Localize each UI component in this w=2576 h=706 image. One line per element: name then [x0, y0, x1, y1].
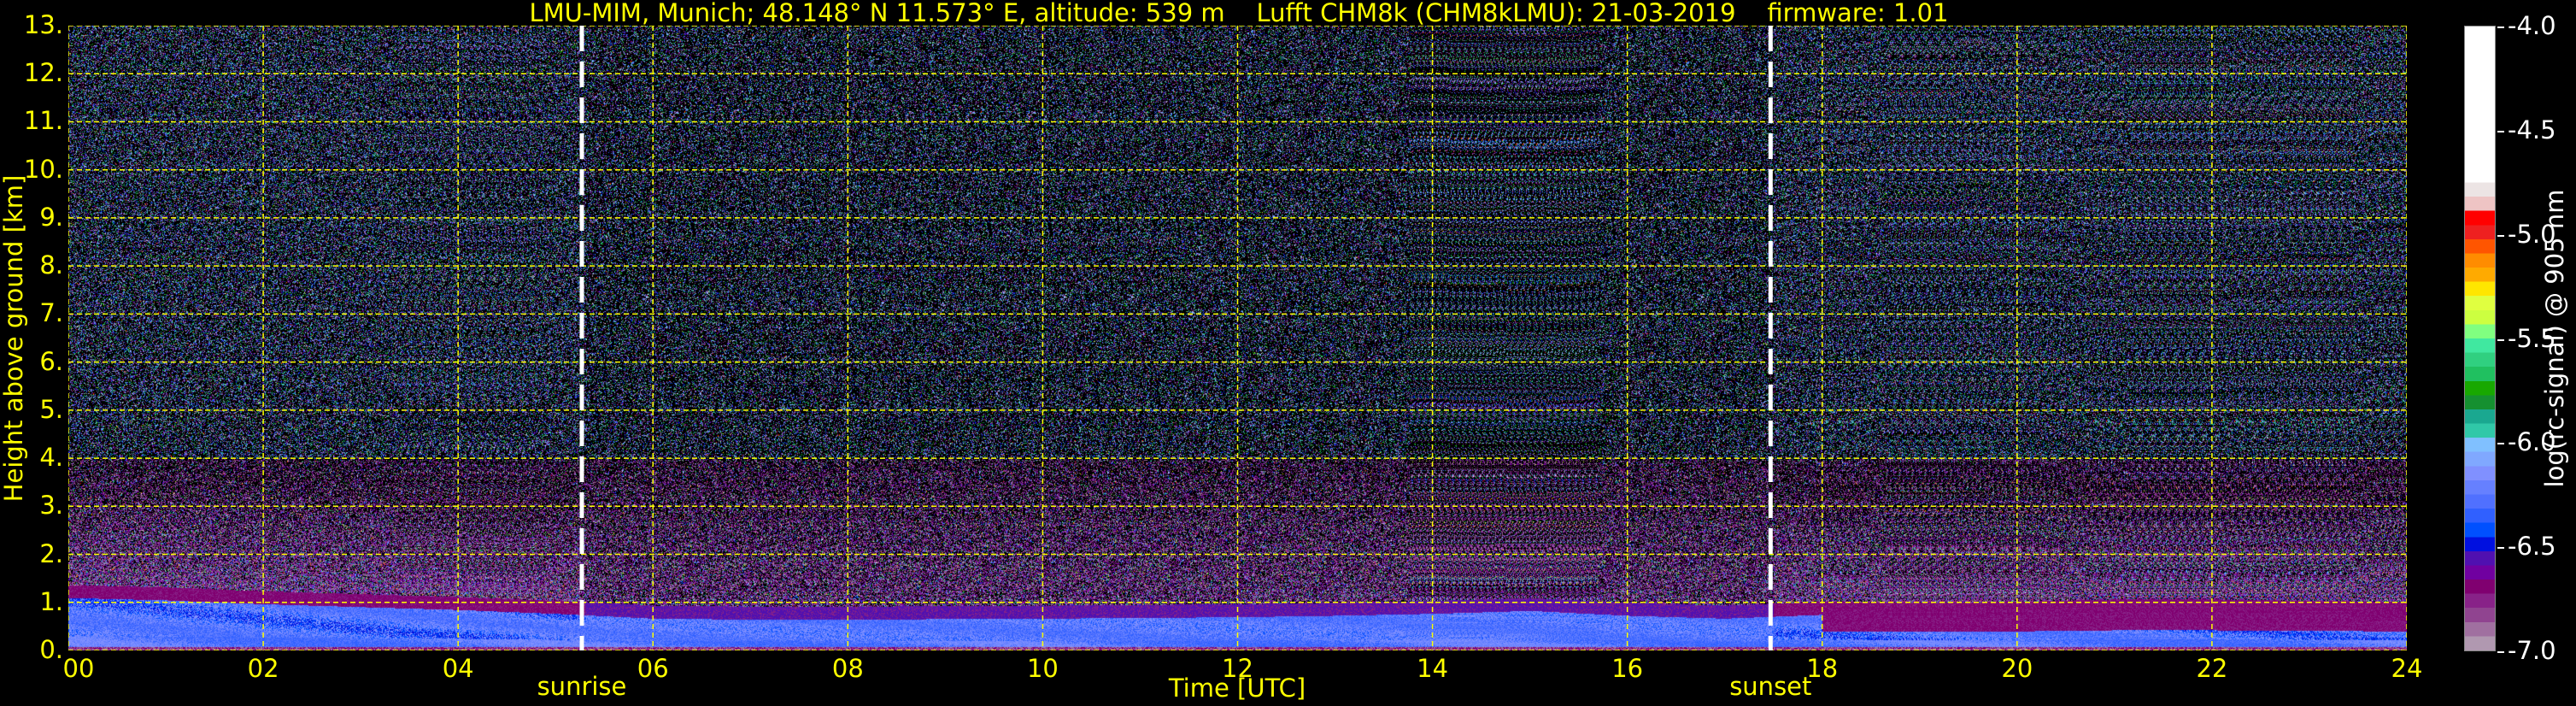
colorbar-tick-label: -7.0: [2497, 636, 2556, 665]
y-axis-label: Height above ground [km]: [0, 174, 28, 503]
x-tick-label: 04: [442, 654, 474, 683]
y-tick-label: 0.: [39, 635, 63, 664]
x-tick-label: 14: [1417, 654, 1449, 683]
x-tick-label: 22: [2196, 654, 2228, 683]
y-tick-label: 1.: [39, 586, 63, 616]
grid-overlay: [68, 26, 2407, 650]
x-axis-label: Time [UTC]: [1168, 674, 1306, 703]
colorbar-label: log(rc-signal) @ 905 nm: [2540, 189, 2569, 488]
plot-area: [68, 26, 2407, 650]
colorbar: [2464, 26, 2496, 651]
colorbar-tick-label: -4.5: [2497, 115, 2556, 144]
sunset-label: sunset: [1729, 672, 1812, 701]
x-tick-label: 00: [62, 654, 95, 683]
x-tick-label: 20: [2001, 654, 2033, 683]
sunrise-label: sunrise: [537, 672, 627, 701]
colorbar-tick-label: -4.0: [2497, 11, 2556, 40]
x-tick-label: 02: [247, 654, 279, 683]
x-tick-label: 06: [637, 654, 669, 683]
x-tick-label: 10: [1026, 654, 1059, 683]
chart-title: LMU-MIM, Munich; 48.148° N 11.573° E, al…: [529, 0, 1949, 27]
y-tick-label: 13.: [23, 10, 63, 39]
x-tick-label: 08: [831, 654, 864, 683]
colorbar-tick-label: -6.5: [2497, 532, 2556, 561]
x-tick-label: 24: [2391, 654, 2423, 683]
y-tick-label: 2.: [39, 538, 63, 568]
x-tick-label: 16: [1611, 654, 1644, 683]
y-tick-label: 11.: [23, 106, 63, 136]
y-tick-label: 12.: [23, 58, 63, 88]
